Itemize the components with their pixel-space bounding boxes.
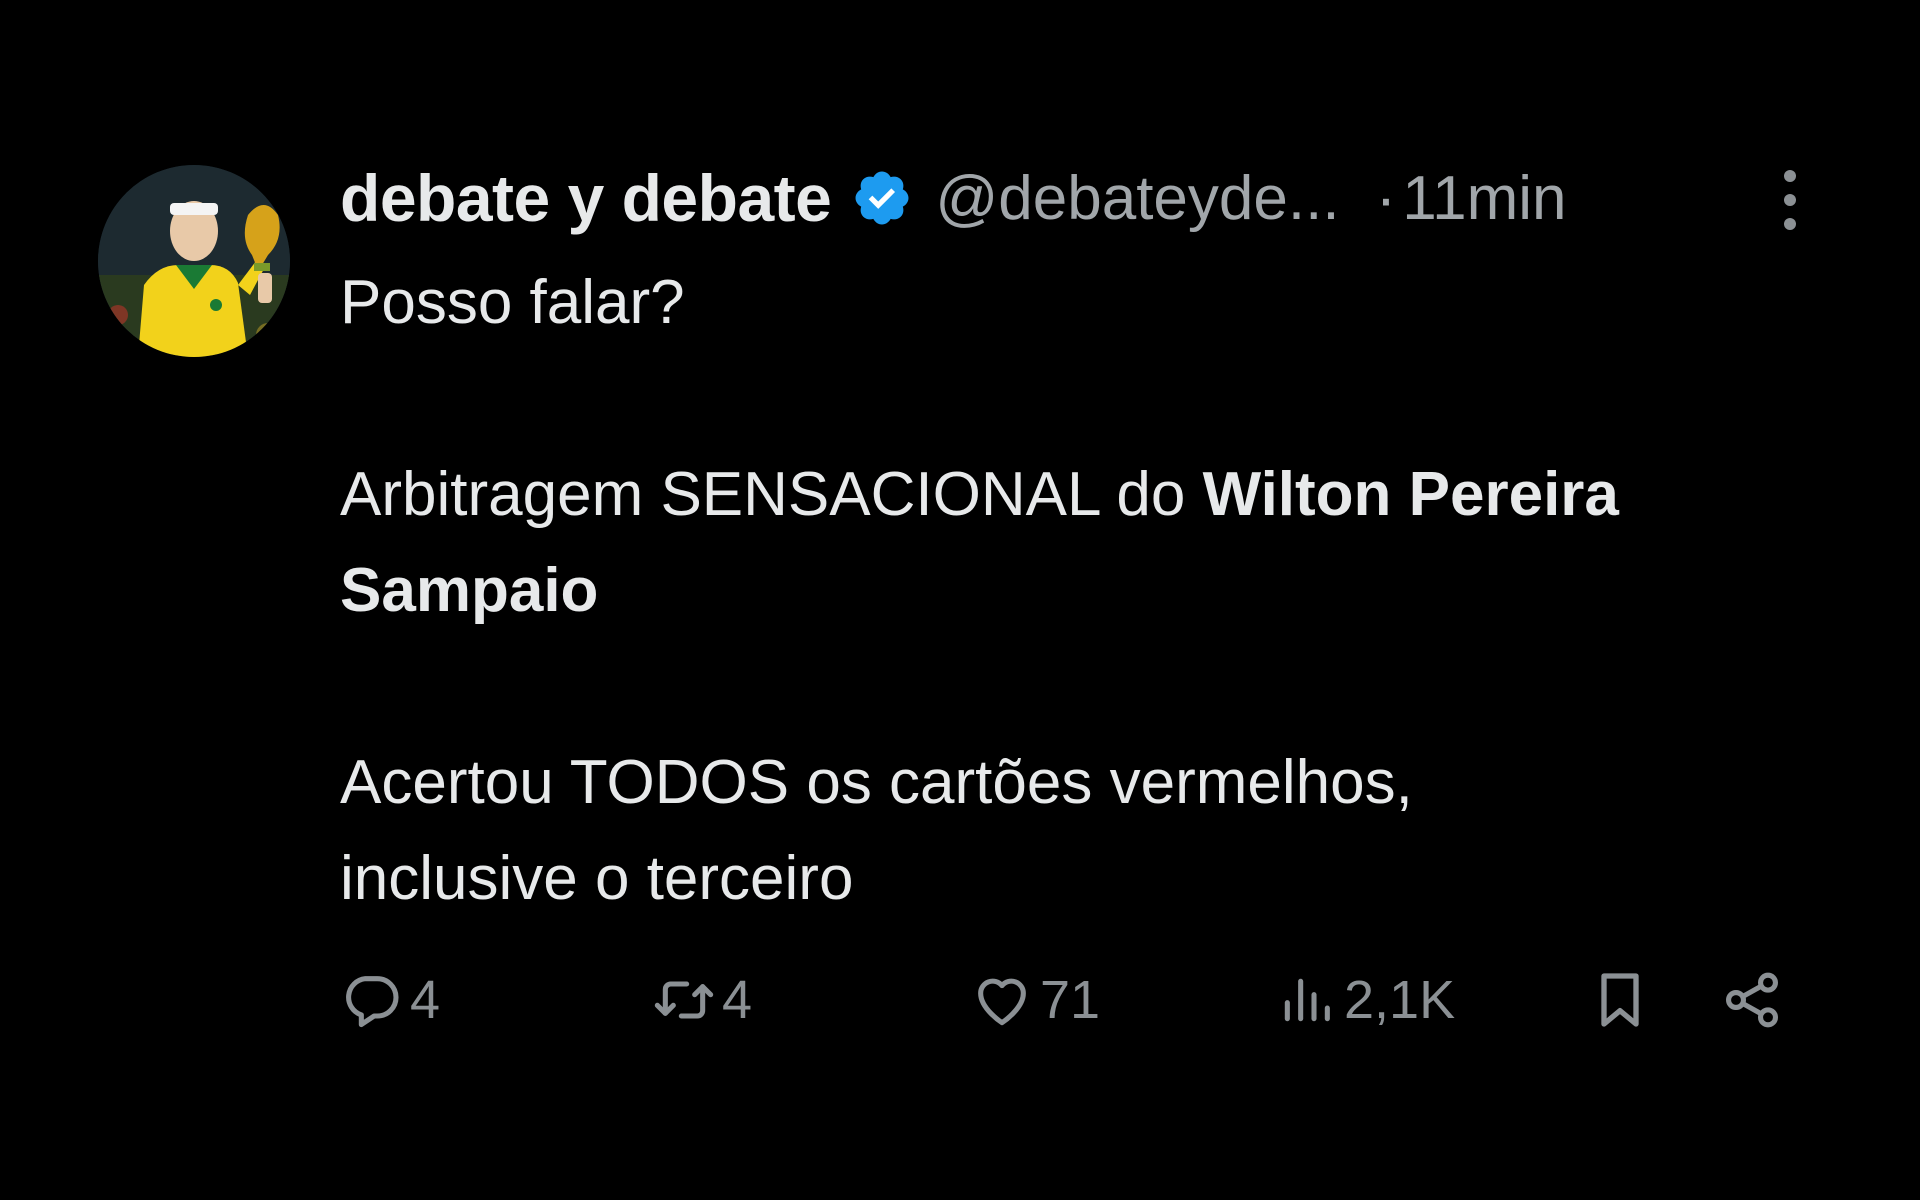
tweet-header: debate y debate @debateyde... · 11min: [340, 158, 1820, 238]
bookmark-icon: [1601, 973, 1639, 1027]
display-name[interactable]: debate y debate: [340, 160, 832, 236]
tweet-bold-name: Wilton Pereira: [1202, 460, 1619, 529]
author-handle[interactable]: @debateyde...: [935, 163, 1339, 234]
tweet-actions: 4 4 71 2,1K: [0, 955, 1920, 1045]
heart-icon: [978, 978, 1026, 1026]
avatar[interactable]: [98, 165, 290, 357]
views-icon: [1284, 978, 1330, 1022]
tweet-text-segment: Arbitragem SENSACIONAL do: [340, 460, 1203, 529]
views-count: 2,1K: [1344, 970, 1456, 1030]
tweet-line: inclusive o terceiro: [340, 844, 854, 913]
tweet-bold-name: Sampaio: [340, 556, 599, 625]
retweet-icon: [654, 981, 714, 1019]
like-button[interactable]: 71: [970, 955, 1100, 1045]
views-button[interactable]: 2,1K: [1274, 955, 1455, 1045]
verified-badge-icon: [851, 167, 913, 229]
tweet-line: Arbitragem SENSACIONAL do Wilton Pereira: [340, 447, 1840, 543]
separator-dot: ·: [1375, 163, 1397, 233]
timestamp[interactable]: 11min: [1402, 163, 1566, 234]
share-icon: [1726, 972, 1778, 1028]
tweet-line: Sampaio: [340, 543, 1840, 639]
more-vertical-icon[interactable]: [1760, 170, 1820, 230]
avatar-image: [98, 165, 290, 357]
reply-count: 4: [410, 970, 441, 1030]
retweet-button[interactable]: 4: [652, 955, 752, 1045]
tweet[interactable]: debate y debate @debateyde... · 11min Po…: [0, 0, 1920, 1200]
like-count: 71: [1040, 970, 1101, 1030]
retweet-count: 4: [722, 970, 753, 1030]
share-button[interactable]: [1720, 955, 1784, 1045]
tweet-line: Posso falar?: [340, 268, 685, 337]
tweet-text: Posso falar? Arbitragem SENSACIONAL do W…: [340, 255, 1840, 927]
bookmark-button[interactable]: [1588, 955, 1652, 1045]
reply-button[interactable]: 4: [340, 955, 440, 1045]
reply-icon: [346, 976, 399, 1028]
tweet-line: Acertou TODOS os cartões vermelhos,: [340, 748, 1413, 817]
